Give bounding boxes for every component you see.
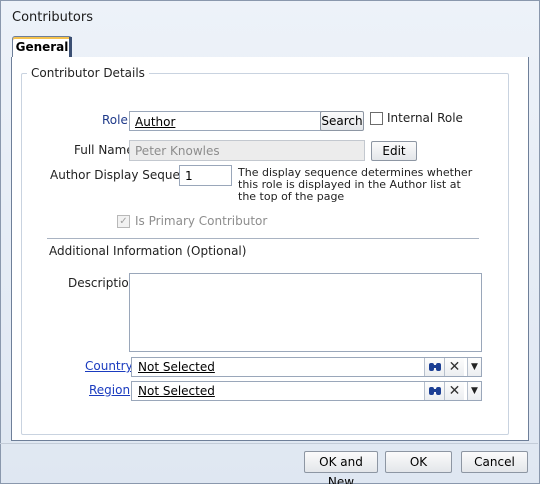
ok-button[interactable]: OK — [385, 451, 452, 473]
footer-divider — [0, 443, 538, 444]
role-label: Role — [102, 113, 128, 127]
country-link[interactable]: Country — [85, 359, 133, 373]
role-search-button[interactable]: Search — [320, 111, 364, 131]
chevron-down-icon[interactable]: ▼ — [467, 382, 481, 400]
chevron-down-icon[interactable]: ▼ — [467, 358, 481, 376]
region-combo[interactable]: Not Selected ✕ ▼ — [131, 381, 482, 401]
display-sequence-hint: The display sequence determines whether … — [238, 166, 473, 203]
primary-contributor-checkbox: ✓ — [117, 215, 130, 228]
binoculars-icon[interactable] — [424, 382, 444, 400]
section-separator — [47, 238, 479, 239]
tab-general[interactable]: General — [12, 36, 72, 59]
country-value: Not Selected — [138, 360, 215, 374]
primary-contributor-label: Is Primary Contributor — [135, 214, 268, 228]
full-name-edit-button[interactable]: Edit — [371, 141, 417, 161]
clear-x-icon[interactable]: ✕ — [444, 382, 464, 400]
cancel-button[interactable]: Cancel — [461, 451, 528, 473]
role-value[interactable]: Author — [135, 115, 175, 129]
window-title: Contributors — [12, 10, 93, 25]
ok-and-new-button[interactable]: OK and New — [304, 451, 378, 484]
clear-x-icon[interactable]: ✕ — [444, 358, 464, 376]
region-link[interactable]: Region — [89, 383, 130, 397]
description-label: Description — [68, 276, 137, 290]
contributor-details-legend: Contributor Details — [27, 66, 149, 80]
binoculars-icon[interactable] — [424, 358, 444, 376]
additional-info-heading: Additional Information (Optional) — [49, 244, 247, 258]
full-name-label: Full Name — [74, 143, 134, 157]
description-textarea[interactable] — [129, 273, 482, 352]
role-field[interactable]: Author — [129, 111, 322, 131]
internal-role-checkbox[interactable] — [370, 112, 383, 125]
tab-accent-bar — [69, 37, 72, 58]
country-combo[interactable]: Not Selected ✕ ▼ — [131, 357, 482, 377]
internal-role-label: Internal Role — [387, 111, 463, 125]
full-name-field: Peter Knowles — [129, 140, 365, 161]
region-value: Not Selected — [138, 384, 215, 398]
display-sequence-input[interactable]: 1 — [179, 165, 232, 186]
checkmark-icon: ✓ — [119, 216, 128, 227]
